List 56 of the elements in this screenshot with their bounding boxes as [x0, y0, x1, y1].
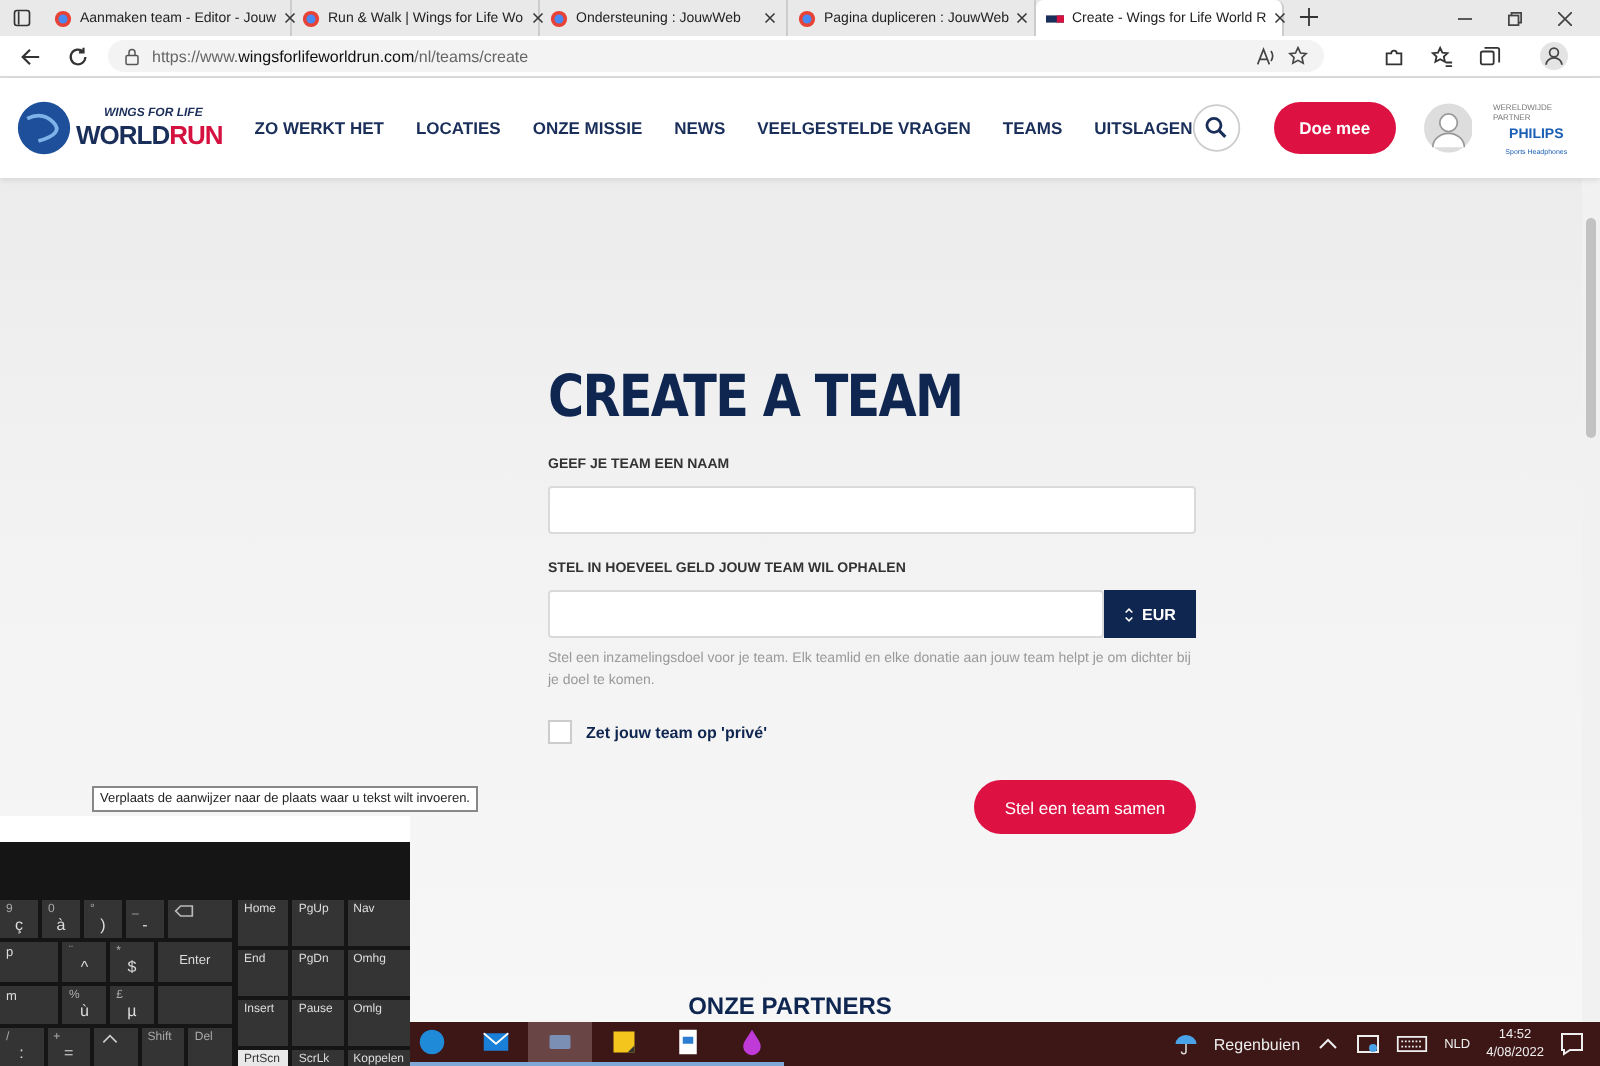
up-down-arrows-icon: [1124, 605, 1135, 623]
search-button[interactable]: [1192, 100, 1242, 156]
nav-link[interactable]: ONZE MISSIE: [532, 118, 643, 138]
caret-up-icon: [100, 1031, 121, 1046]
join-button[interactable]: Doe mee: [1273, 102, 1396, 154]
keyboard-icon[interactable]: [1396, 1032, 1429, 1056]
restore-icon[interactable]: [1508, 11, 1522, 25]
page-title: CREATE A TEAM: [548, 362, 965, 430]
goal-amount-field[interactable]: [548, 590, 1104, 638]
avatar-icon[interactable]: [1423, 100, 1473, 156]
submit-button[interactable]: Stel een team samen: [974, 780, 1196, 834]
screen-icon[interactable]: [1356, 1032, 1381, 1056]
close-icon[interactable]: [531, 12, 544, 24]
close-icon[interactable]: [1558, 11, 1572, 25]
umbrella-icon: [1173, 1032, 1198, 1056]
close-icon[interactable]: [764, 12, 776, 24]
weather-text[interactable]: Regenbuien: [1213, 1035, 1301, 1053]
new-tab-icon[interactable]: [1300, 8, 1318, 26]
nav-link[interactable]: LOCATIES: [415, 118, 501, 138]
nav-link[interactable]: NEWS: [674, 118, 726, 138]
app-icon: [610, 1028, 638, 1056]
section-heading: ONZE PARTNERS: [688, 992, 892, 1024]
backspace-icon: [174, 904, 194, 918]
star-plus-icon[interactable]: [1288, 46, 1308, 66]
globe-icon: [16, 100, 72, 156]
close-icon[interactable]: [284, 12, 297, 24]
scrollbar[interactable]: [1582, 178, 1600, 1024]
currency-select[interactable]: EUR: [1104, 590, 1196, 638]
tab-actions-icon[interactable]: [12, 8, 32, 28]
nav-link[interactable]: VEELGESTELDE VRAGEN: [757, 118, 971, 138]
arrow-up-key[interactable]: [94, 1027, 138, 1066]
nav-link[interactable]: TEAMS: [1002, 118, 1063, 138]
app-icon: [418, 1028, 446, 1056]
nav-link[interactable]: ZO WERKT HET: [254, 118, 384, 138]
notification-icon[interactable]: [1560, 1032, 1584, 1056]
address-bar[interactable]: https://www.wingsforlifeworldrun.com/nl/teams/create: [108, 40, 1324, 72]
backspace-key[interactable]: [168, 900, 232, 939]
app-icon: [738, 1028, 766, 1056]
site-favicon: [550, 9, 568, 27]
close-icon[interactable]: [1016, 12, 1029, 24]
close-icon[interactable]: [1274, 12, 1287, 24]
site-favicon: [798, 9, 816, 27]
nav-link[interactable]: UITSLAGEN: [1094, 118, 1193, 138]
app-icon: [482, 1028, 510, 1056]
checkbox-label: Zet jouw team op 'privé': [586, 723, 767, 741]
url-text: https://www.wingsforlifeworldrun.com/nl/teams/create: [152, 47, 531, 65]
lock-icon: [124, 47, 140, 65]
site-favicon: [1046, 9, 1064, 27]
app-icon: [674, 1028, 702, 1056]
profile-icon[interactable]: [1540, 42, 1568, 70]
team-name-field[interactable]: [548, 486, 1196, 534]
site-favicon: [302, 9, 320, 27]
logo-wordmark: WORLDRUN: [76, 119, 223, 149]
read-aloud-icon[interactable]: [1256, 46, 1276, 66]
private-checkbox[interactable]: [548, 720, 572, 744]
site-favicon: [54, 9, 72, 27]
